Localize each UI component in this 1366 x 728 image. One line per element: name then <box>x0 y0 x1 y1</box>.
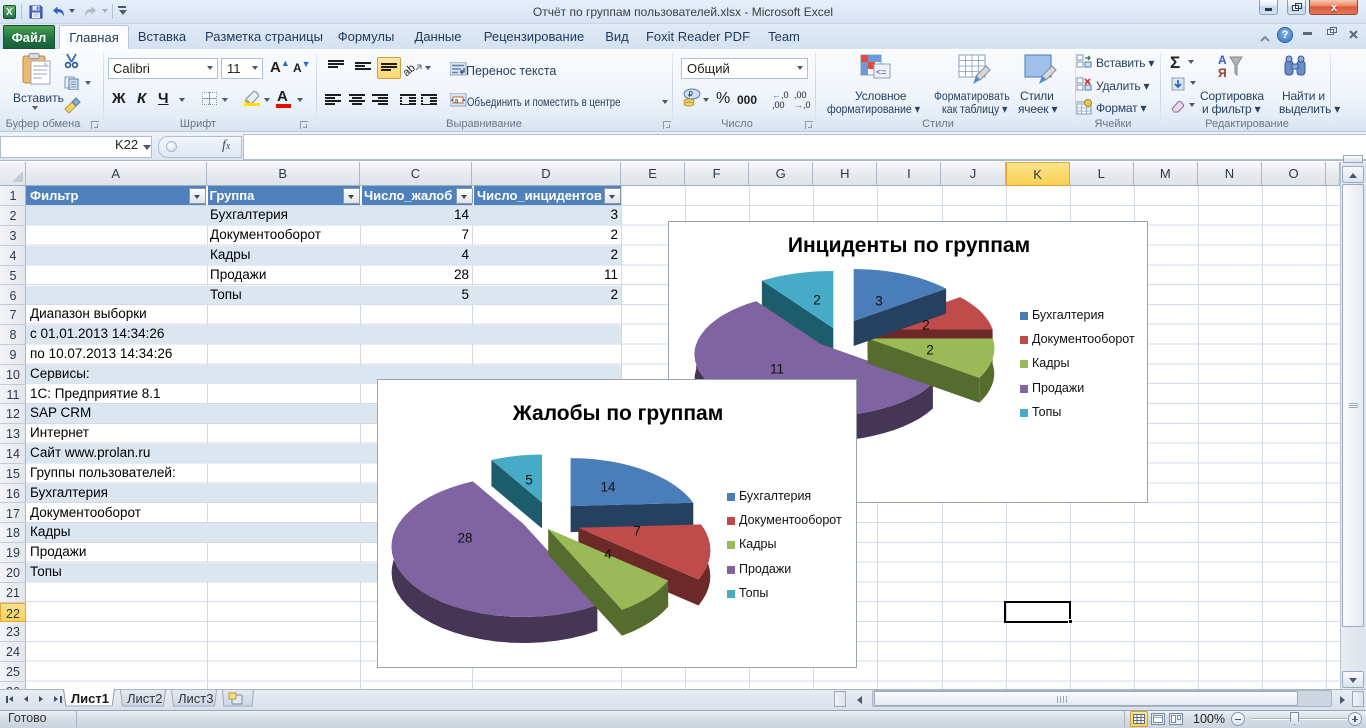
svg-text:a: a <box>455 98 459 105</box>
svg-text:₽: ₽ <box>688 90 693 99</box>
svg-text:А: А <box>1218 53 1227 67</box>
svg-text:ab: ab <box>403 62 418 78</box>
svg-text:Я: Я <box>1218 66 1227 79</box>
svg-text:<=: <= <box>876 67 887 77</box>
